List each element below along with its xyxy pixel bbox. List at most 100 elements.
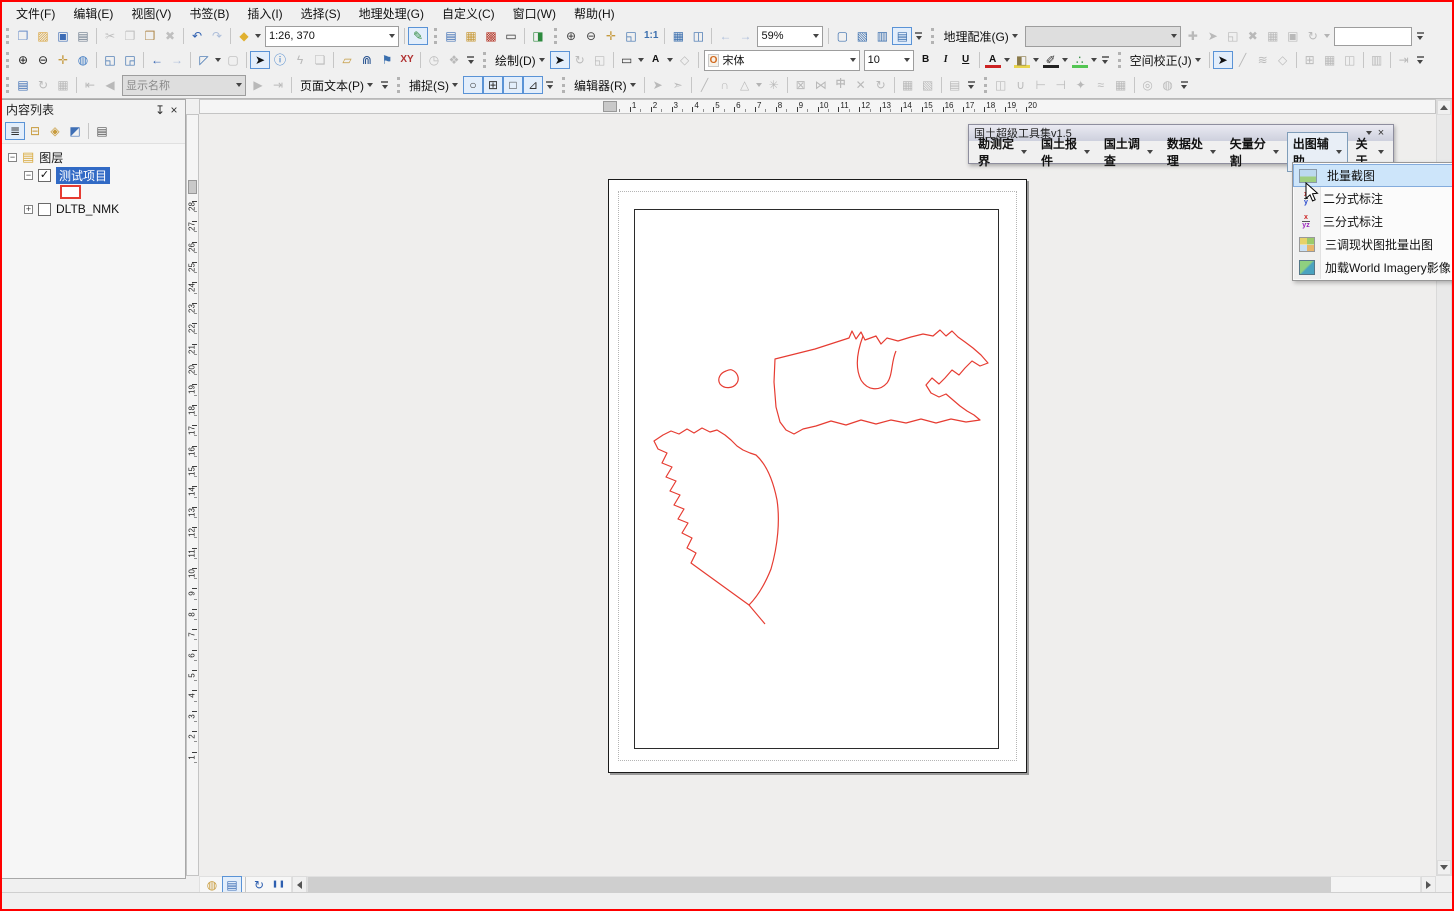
zoom-out-icon[interactable]: ⊖: [33, 51, 53, 69]
pan-icon[interactable]: ✛: [53, 51, 73, 69]
toolbar-grip[interactable]: [397, 77, 400, 93]
toolbar-overflow-icon[interactable]: [914, 31, 923, 41]
buffer-tool-icon[interactable]: ◎: [1138, 76, 1158, 94]
marker-color-icon[interactable]: ∴: [1070, 51, 1099, 69]
undo-icon[interactable]: ↶: [187, 27, 207, 45]
plugin-btn-survey-boundary[interactable]: 勘测定界: [972, 132, 1033, 172]
sketch-properties-icon[interactable]: ▧: [918, 76, 938, 94]
midpoint-tool-icon[interactable]: ✳: [764, 76, 784, 94]
next-extent-icon[interactable]: →: [735, 27, 755, 45]
zoom-page-width-icon[interactable]: ◫: [688, 27, 708, 45]
bold-icon[interactable]: B: [916, 51, 936, 69]
plugin-btn-vector-split[interactable]: 矢量分割: [1224, 132, 1285, 172]
zoom-to-pages-icon[interactable]: ▦: [668, 27, 688, 45]
rotate-georef-icon[interactable]: ↻: [1303, 27, 1332, 45]
toolbar-grip[interactable]: [6, 77, 9, 93]
draw-menu[interactable]: 绘制(D): [490, 50, 550, 71]
menu-customize[interactable]: 自定义(C): [434, 3, 503, 24]
toolbar-overflow-icon[interactable]: [466, 55, 475, 65]
clear-selection-icon[interactable]: ▢: [223, 51, 243, 69]
rotate-element-icon[interactable]: ↻: [570, 51, 590, 69]
toolbar-overflow-icon[interactable]: [1180, 80, 1189, 90]
open-folder-icon[interactable]: ▨: [33, 27, 53, 45]
toolbar-grip[interactable]: [1117, 52, 1121, 68]
pin-icon[interactable]: ↧: [153, 103, 167, 117]
cut-polygons-icon[interactable]: ⋈: [811, 76, 831, 94]
adjust-preview-icon[interactable]: ⊞: [1300, 51, 1320, 69]
go-to-xy-icon[interactable]: XY: [397, 51, 417, 69]
scroll-down-icon[interactable]: [1437, 860, 1451, 875]
layout-zoom-in-icon[interactable]: ⊕: [561, 27, 581, 45]
toggle-draft-mode-icon[interactable]: ▤: [892, 27, 913, 45]
list-by-selection-icon[interactable]: ◩: [65, 122, 85, 140]
layout-pan-icon[interactable]: ✛: [601, 27, 621, 45]
draw-select-arrow-icon[interactable]: ➤: [549, 51, 570, 69]
save-icon[interactable]: ▣: [53, 27, 73, 45]
print-icon[interactable]: ▤: [73, 27, 93, 45]
edit-vertices-icon[interactable]: ◇: [675, 51, 695, 69]
expand-icon[interactable]: +: [24, 204, 33, 214]
layer1-legend-swatch[interactable]: [60, 185, 81, 199]
advanced-copy-tool-icon[interactable]: ◫: [991, 76, 1011, 94]
menu-edit[interactable]: 编辑(E): [65, 3, 121, 24]
generalize-tool-icon[interactable]: ≈: [1091, 76, 1111, 94]
zoom-percent-combo[interactable]: 59%: [757, 25, 824, 47]
next-page-icon[interactable]: ▶: [248, 76, 268, 94]
toolbar-grip[interactable]: [983, 77, 987, 93]
attribute-transfer-icon[interactable]: ▥: [1367, 51, 1387, 69]
layout-view-icon[interactable]: ▤: [222, 875, 242, 894]
georeferencing-text-input[interactable]: [1333, 26, 1412, 46]
toolbar-grip[interactable]: [483, 52, 486, 68]
refresh-view-icon[interactable]: ↻: [249, 876, 269, 894]
split-tool-icon[interactable]: ✕: [851, 76, 871, 94]
close-icon[interactable]: ×: [167, 103, 181, 117]
first-page-icon[interactable]: ⇤: [80, 76, 100, 94]
link-table2-icon[interactable]: ▦: [1320, 51, 1340, 69]
layer1-checkbox[interactable]: ✓: [38, 168, 51, 182]
font-color-icon[interactable]: A: [983, 51, 1012, 69]
focus-data-frame-icon[interactable]: ▢: [832, 27, 852, 45]
viewer-window-icon[interactable]: ❖: [444, 51, 464, 69]
copy-icon[interactable]: ❐: [120, 27, 140, 45]
modify-link-icon[interactable]: ◇: [1273, 51, 1293, 69]
menu-file[interactable]: 文件(F): [8, 3, 63, 24]
auto-adjust-icon[interactable]: ▣: [1283, 27, 1303, 45]
scroll-right-icon[interactable]: [1421, 876, 1436, 893]
menu-insert[interactable]: 插入(I): [239, 3, 290, 24]
adjust-run-icon[interactable]: ◫: [1340, 51, 1360, 69]
collapse-icon[interactable]: −: [24, 170, 33, 180]
menu-item-load-world-imagery[interactable]: 加载World Imagery影像: [1293, 256, 1452, 279]
edit-tool-icon[interactable]: ➤: [648, 76, 668, 94]
scroll-up-icon[interactable]: [1437, 100, 1451, 115]
georeferencing-layer-combo[interactable]: [1024, 25, 1181, 47]
redo-icon[interactable]: ↷: [207, 27, 227, 45]
horizontal-scroll-thumb[interactable]: [308, 877, 1332, 892]
table-of-contents-icon[interactable]: ▤: [441, 27, 461, 45]
menu-item-batch-map-export[interactable]: 三调现状图批量出图: [1293, 233, 1452, 256]
union-tool-icon[interactable]: ◍: [1158, 76, 1178, 94]
forward-extent-icon[interactable]: →: [167, 51, 187, 69]
change-layout-icon[interactable]: ▧: [852, 27, 872, 45]
explode-tool-icon[interactable]: ✦: [1071, 76, 1091, 94]
time-slider-icon[interactable]: ◷: [424, 51, 444, 69]
multiple-links-icon[interactable]: ≋: [1253, 51, 1273, 69]
select-features-icon[interactable]: ◸: [194, 51, 223, 69]
toolbar-grip[interactable]: [562, 77, 565, 93]
move-tool-icon[interactable]: 中: [831, 76, 851, 94]
delete-link-icon[interactable]: ✖: [1243, 27, 1263, 45]
arctoolbox-icon[interactable]: ▩: [481, 27, 501, 45]
tree-row-layer1[interactable]: − ✓ 测试项目: [2, 166, 185, 184]
point-snapping-icon[interactable]: ○: [463, 76, 483, 94]
layer2-checkbox[interactable]: [38, 202, 51, 216]
ddp-setup-icon[interactable]: ▤: [13, 76, 33, 94]
model-builder-icon[interactable]: ◨: [528, 27, 548, 45]
font-family-combo[interactable]: O 宋体: [703, 49, 860, 71]
snapping-menu[interactable]: 捕捉(S): [404, 75, 463, 96]
zoom-in-icon[interactable]: ⊕: [13, 51, 33, 69]
link-table-icon[interactable]: ▦: [1263, 27, 1283, 45]
page-text-menu[interactable]: 页面文本(P): [295, 75, 378, 96]
align-edge-icon[interactable]: ▦: [1111, 76, 1131, 94]
toolbar-overflow-icon[interactable]: [380, 80, 389, 90]
horizontal-scrollbar[interactable]: [307, 876, 1421, 893]
layout-page[interactable]: [608, 179, 1027, 773]
